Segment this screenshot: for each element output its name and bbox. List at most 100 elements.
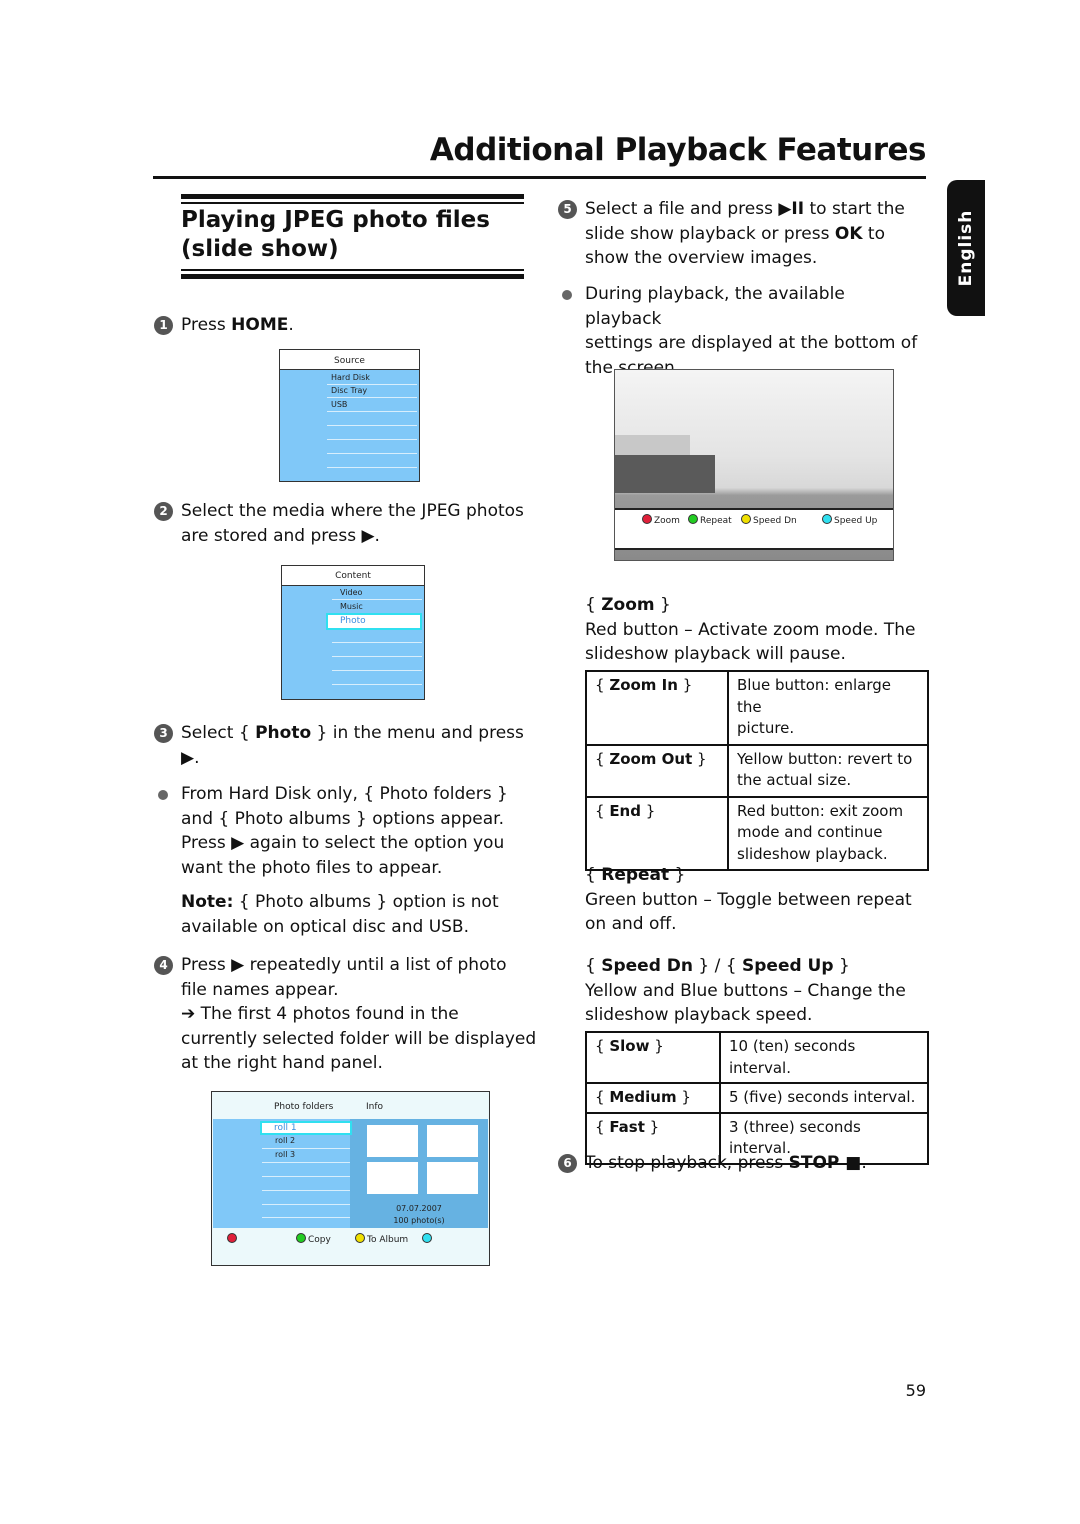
option-cell: { Slow } <box>585 1031 721 1084</box>
content-item-photo-selected[interactable]: Photo <box>326 613 422 630</box>
step-4: 4 Press ▶ repeatedly until a list of pho… <box>154 953 541 1076</box>
step-number-3: 3 <box>154 724 173 743</box>
source-menu-screen: Source Hard Disk Disc Tray USB <box>279 349 420 482</box>
menu-divider <box>332 642 422 643</box>
info-header: Info <box>366 1102 384 1112</box>
slideshow-screen: Zoom Repeat Speed Dn Speed Up <box>614 369 894 561</box>
yellow-dot-icon <box>741 514 751 524</box>
menu-divider <box>327 397 417 398</box>
step-2: 2 Select the media where the JPEG photos… <box>154 499 531 548</box>
step-3-note: Note: { Photo albums } option is not ava… <box>181 892 499 937</box>
desc-cell: 5 (five) seconds interval. <box>719 1082 929 1114</box>
repeat-section: { Repeat } Green button – Toggle between… <box>585 863 930 937</box>
table-row: { Zoom Out } Yellow button: revert to the… <box>585 743 929 798</box>
menu-divider <box>262 1217 350 1218</box>
blue-dot-icon <box>822 514 832 524</box>
source-item-hard-disk[interactable]: Hard Disk <box>331 373 370 382</box>
zoom-button[interactable]: Zoom <box>642 514 680 526</box>
menu-divider <box>262 1204 350 1205</box>
step-number-1: 1 <box>154 316 173 335</box>
ok-key: OK <box>834 223 863 244</box>
red-button[interactable] <box>227 1233 239 1245</box>
red-dot-icon <box>227 1233 237 1243</box>
repeat-button[interactable]: Repeat <box>688 514 732 526</box>
step-3: 3 Select { Photo } in the menu and press… <box>154 721 531 770</box>
bullet-icon <box>562 290 572 300</box>
option-cell: { Zoom In } <box>585 670 729 746</box>
section-title-line2: (slide show) <box>181 236 339 262</box>
menu-divider <box>262 1176 350 1177</box>
section-title: Playing JPEG photo files (slide show) <box>181 206 521 264</box>
to-album-button[interactable]: To Album <box>355 1233 408 1245</box>
blue-button[interactable] <box>422 1233 434 1245</box>
menu-divider <box>332 656 422 657</box>
step-number-6: 6 <box>558 1154 577 1173</box>
page-title: Additional Playback Features <box>429 132 927 168</box>
page-number: 59 <box>905 1381 926 1400</box>
menu-divider <box>327 453 417 454</box>
title-divider <box>153 176 926 179</box>
content-menu-screen: Content Video Music Photo <box>281 565 425 700</box>
green-dot-icon <box>296 1233 306 1243</box>
step-1: 1 Press HOME. <box>154 313 294 338</box>
source-item-usb[interactable]: USB <box>331 400 347 409</box>
photo-count: 100 photo(s) <box>393 1216 445 1225</box>
photo-thumbnail-3[interactable] <box>367 1162 418 1194</box>
barn-roof-image <box>615 435 690 455</box>
language-tab: English <box>947 180 985 316</box>
menu-divider <box>327 411 417 412</box>
content-menu-header: Content <box>282 566 424 586</box>
step-number-5: 5 <box>558 200 577 219</box>
folder-date: 07.07.2007 <box>396 1204 442 1213</box>
speed-heading: { Speed Dn } / { Speed Up } <box>585 956 850 976</box>
language-tab-label: English <box>956 209 976 287</box>
menu-divider <box>332 599 422 600</box>
copy-button[interactable]: Copy <box>296 1233 331 1245</box>
bullet-icon <box>158 790 168 800</box>
desc-cell: 10 (ten) seconds interval. <box>719 1031 929 1084</box>
step-5-bullet: During playback, the available playback … <box>562 282 925 380</box>
speed-up-button[interactable]: Speed Up <box>822 514 877 526</box>
table-row: { Medium } 5 (five) seconds interval. <box>585 1082 929 1114</box>
speed-section: { Speed Dn } / { Speed Up } Yellow and B… <box>585 954 930 1028</box>
menu-divider <box>327 384 417 385</box>
menu-divider <box>327 425 417 426</box>
speed-options-table: { Slow } 10 (ten) seconds interval. { Me… <box>585 1031 929 1165</box>
photo-thumbnail-4[interactable] <box>427 1162 478 1194</box>
folder-roll-1-selected[interactable]: roll 1 <box>260 1121 352 1135</box>
playback-settings-bar: Zoom Repeat Speed Dn Speed Up <box>615 508 893 550</box>
yellow-dot-icon <box>355 1233 365 1243</box>
source-item-disc-tray[interactable]: Disc Tray <box>331 386 367 395</box>
step-6: 6 To stop playback, press STOP ■. <box>558 1151 930 1176</box>
menu-divider <box>262 1162 350 1163</box>
zoom-section: { Zoom } Red button – Activate zoom mode… <box>585 593 930 667</box>
step-number-4: 4 <box>154 956 173 975</box>
table-row: { End } Red button: exit zoom mode and co… <box>585 795 929 871</box>
repeat-heading: { Repeat } <box>585 865 686 885</box>
speed-dn-button[interactable]: Speed Dn <box>741 514 797 526</box>
step-number-2: 2 <box>154 502 173 521</box>
table-row: { Slow } 10 (ten) seconds interval. <box>585 1031 929 1084</box>
red-dot-icon <box>642 514 652 524</box>
menu-divider <box>332 670 422 671</box>
play-pause-key: ▶II <box>778 199 805 219</box>
stop-key: STOP ■ <box>788 1153 862 1173</box>
content-item-video[interactable]: Video <box>340 588 362 597</box>
step-5: 5 Select a file and press ▶II to start t… <box>558 197 925 271</box>
section-rule-top-thin <box>181 202 524 204</box>
desc-cell: Red button: exit zoom mode and continue sl… <box>727 795 929 871</box>
zoom-heading: { Zoom } <box>585 595 671 615</box>
option-cell: { Medium } <box>585 1082 721 1114</box>
desc-cell: Yellow button: revert to the actual size. <box>727 743 929 798</box>
folder-roll-3[interactable]: roll 3 <box>275 1150 295 1159</box>
photo-thumbnail-1[interactable] <box>367 1125 418 1157</box>
photo-thumbnail-2[interactable] <box>427 1125 478 1157</box>
folder-roll-2[interactable]: roll 2 <box>275 1136 295 1145</box>
content-item-music[interactable]: Music <box>340 602 363 611</box>
menu-divider <box>327 467 417 468</box>
menu-divider <box>327 439 417 440</box>
note-label: Note: <box>181 892 234 912</box>
folder-info: 07.07.2007 100 photo(s) <box>350 1203 488 1227</box>
section-rule-bottom <box>181 274 524 279</box>
section-title-line1: Playing JPEG photo files <box>181 207 490 233</box>
